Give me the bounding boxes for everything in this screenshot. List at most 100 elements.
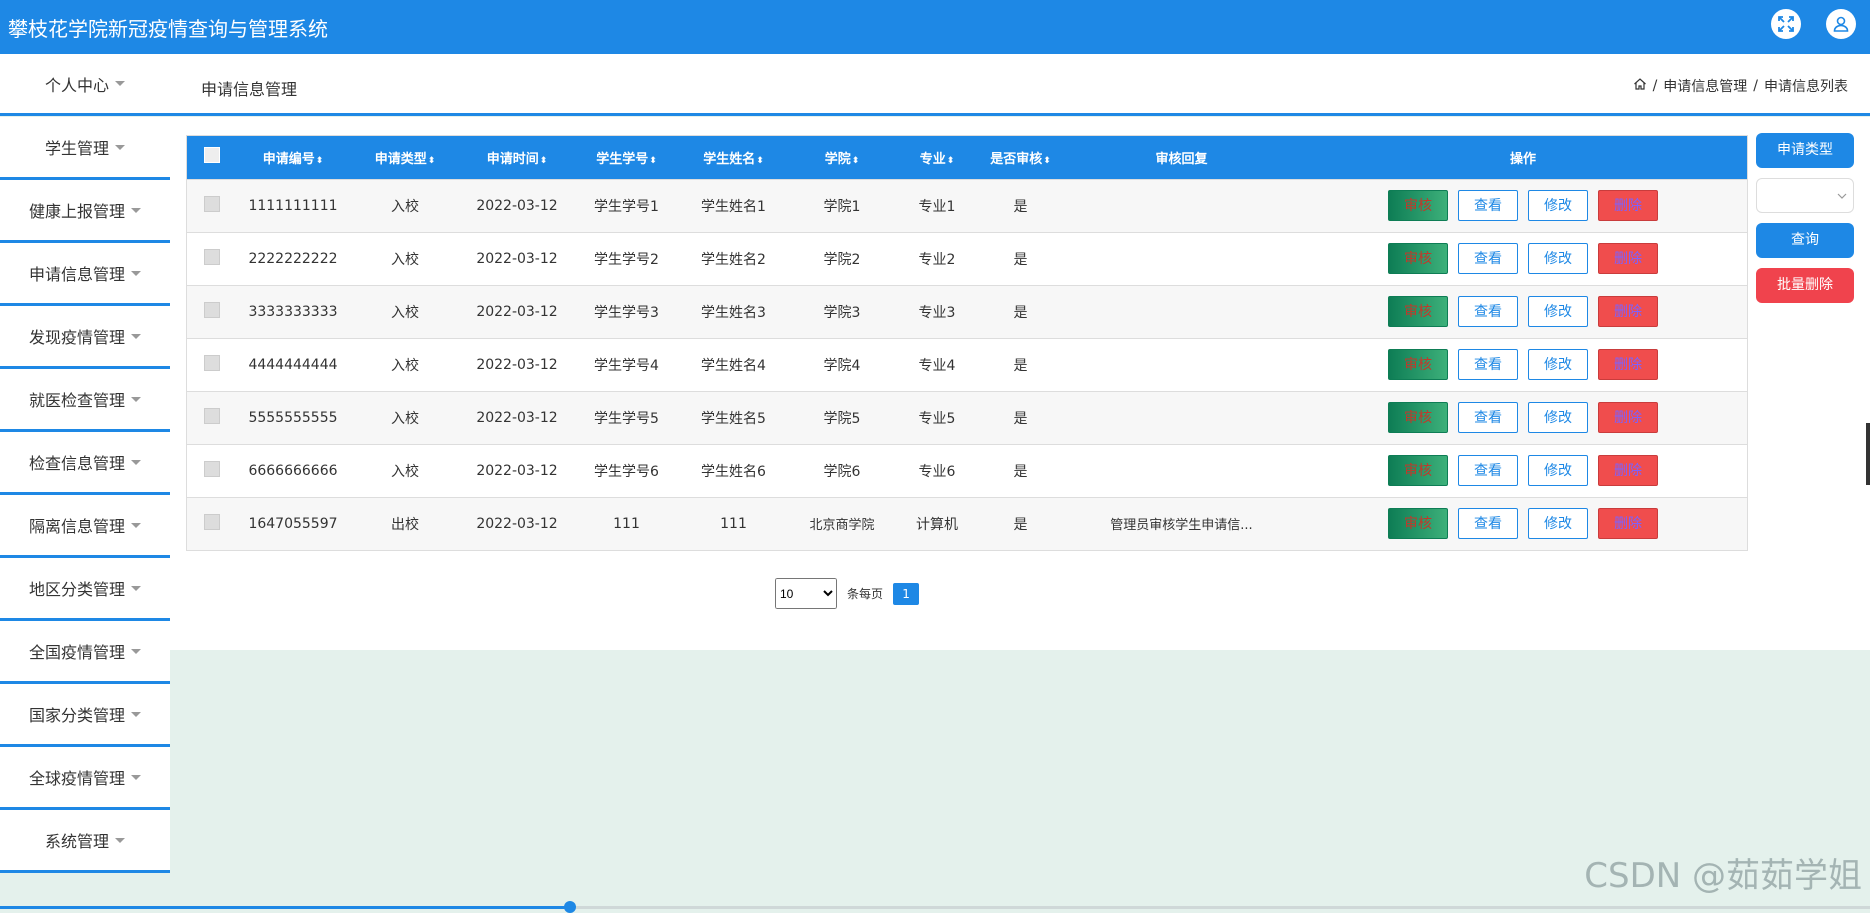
delete-button[interactable]: 删除: [1598, 296, 1658, 327]
table-cell-college: 学院4: [823, 357, 861, 374]
sidebar-item-quarantine[interactable]: 隔离信息管理: [0, 495, 170, 558]
chevron-down-icon: [131, 585, 141, 591]
column-header[interactable]: 申请类型⬍: [349, 136, 461, 179]
page-size-select[interactable]: 10: [775, 578, 837, 609]
fullscreen-icon[interactable]: [1771, 9, 1801, 39]
sidebar-item-label: 隔离信息管理: [28, 517, 125, 536]
chevron-down-icon: [115, 144, 125, 150]
personal-center-menu[interactable]: 个人中心: [0, 54, 170, 113]
view-button[interactable]: 查看: [1458, 296, 1518, 327]
delete-button[interactable]: 删除: [1598, 190, 1658, 221]
user-icon[interactable]: [1826, 9, 1856, 39]
row-checkbox[interactable]: [204, 513, 220, 530]
table-cell-audited: 是: [1013, 463, 1028, 480]
delete-button[interactable]: 删除: [1598, 349, 1658, 380]
table-row: 1111111111 入校 2022-03-12 学生学号1 学生姓名1 学院1 专业1 是 审…: [187, 179, 1747, 232]
edit-button[interactable]: 修改: [1528, 243, 1588, 274]
table-cell-reply: 管理员审核学生申请信...: [1110, 518, 1253, 534]
sidebar-item-label: 全球疫情管理: [28, 769, 125, 788]
application-type-select[interactable]: [1756, 178, 1854, 213]
sidebar-item-country[interactable]: 国家分类管理: [0, 684, 170, 747]
chevron-down-icon: [131, 396, 141, 402]
sidebar-item-medical-check[interactable]: 就医检查管理: [0, 369, 170, 432]
edit-button[interactable]: 修改: [1528, 190, 1588, 221]
table-cell-reply: [1064, 179, 1299, 232]
delete-button[interactable]: 删除: [1598, 508, 1658, 540]
home-icon[interactable]: [1633, 77, 1647, 95]
chevron-down-icon: [131, 270, 141, 276]
sort-icon: ⬍: [649, 155, 657, 166]
chevron-down-icon: [115, 837, 125, 843]
batch-delete-button[interactable]: 批量删除: [1756, 268, 1854, 303]
delete-button[interactable]: 删除: [1598, 243, 1658, 274]
sidebar-item-label: 地区分类管理: [28, 580, 125, 599]
breadcrumb: / 申请信息管理 / 申请信息列表: [1633, 76, 1848, 96]
row-checkbox[interactable]: [204, 354, 220, 371]
select-all-checkbox[interactable]: [204, 147, 220, 164]
table-row: 4444444444 入校 2022-03-12 学生学号4 学生姓名4 学院4 专业4 是 审…: [187, 338, 1747, 391]
chevron-down-icon: [1837, 193, 1847, 199]
sidebar-item-outbreak[interactable]: 发现疫情管理: [0, 306, 170, 369]
view-button[interactable]: 查看: [1458, 455, 1518, 486]
row-checkbox[interactable]: [204, 195, 220, 212]
sort-icon: ⬍: [315, 155, 324, 166]
application-type-button[interactable]: 申请类型: [1756, 133, 1854, 168]
column-header[interactable]: 申请编号⬍: [237, 136, 349, 179]
table-cell-id: 4444444444: [248, 356, 338, 373]
column-header[interactable]: 是否审核⬍: [977, 136, 1064, 179]
page-scrollbar-thumb[interactable]: [1866, 423, 1870, 485]
audit-button[interactable]: 审核: [1388, 190, 1448, 221]
page-number-button[interactable]: 1: [893, 582, 920, 605]
edit-button[interactable]: 修改: [1528, 402, 1588, 433]
audit-button[interactable]: 审核: [1388, 455, 1448, 486]
table-cell-id: 3333333333: [248, 303, 338, 320]
audit-button[interactable]: 审核: [1388, 296, 1448, 327]
table-cell-time: 2022-03-12: [476, 462, 558, 479]
delete-button[interactable]: 删除: [1598, 402, 1658, 433]
column-header[interactable]: 学生姓名⬍: [680, 136, 787, 179]
view-button[interactable]: 查看: [1458, 508, 1518, 540]
column-header[interactable]: 学院⬍: [787, 136, 897, 179]
view-button[interactable]: 查看: [1458, 190, 1518, 221]
view-button[interactable]: 查看: [1458, 349, 1518, 380]
table-cell-major: 专业1: [918, 198, 956, 215]
edit-button[interactable]: 修改: [1528, 455, 1588, 486]
progress-knob[interactable]: [564, 901, 577, 913]
view-button[interactable]: 查看: [1458, 243, 1518, 274]
row-checkbox[interactable]: [204, 460, 220, 477]
sidebar-item-system[interactable]: 系统管理: [0, 810, 170, 873]
column-header[interactable]: 申请时间⬍: [461, 136, 573, 179]
sidebar-item-national[interactable]: 全国疫情管理: [0, 621, 170, 684]
table-cell-college: 学院1: [823, 198, 861, 215]
table-cell-id: 1647055597: [248, 515, 338, 532]
query-button[interactable]: 查询: [1756, 223, 1854, 258]
breadcrumb-item[interactable]: 申请信息管理: [1663, 76, 1747, 96]
edit-button[interactable]: 修改: [1528, 508, 1588, 540]
table-row: 2222222222 入校 2022-03-12 学生学号2 学生姓名2 学院2 专业2 是 审…: [187, 232, 1747, 285]
table-cell-type: 入校: [391, 357, 419, 374]
sidebar-item-student[interactable]: 学生管理: [0, 117, 170, 180]
audit-button[interactable]: 审核: [1388, 243, 1448, 274]
audit-button[interactable]: 审核: [1388, 349, 1448, 380]
column-header[interactable]: 专业⬍: [897, 136, 977, 179]
delete-button[interactable]: 删除: [1598, 455, 1658, 486]
column-header[interactable]: 学生学号⬍: [573, 136, 680, 179]
audit-button[interactable]: 审核: [1388, 402, 1448, 433]
sidebar-item-global[interactable]: 全球疫情管理: [0, 747, 170, 810]
table-cell-sname: 学生姓名5: [701, 410, 766, 427]
row-checkbox[interactable]: [204, 301, 220, 318]
sidebar-item-check-info[interactable]: 检查信息管理: [0, 432, 170, 495]
row-actions: 审核 查看 修改 删除: [1299, 338, 1747, 391]
chevron-down-icon: [115, 81, 125, 86]
edit-button[interactable]: 修改: [1528, 296, 1588, 327]
sidebar-item-region[interactable]: 地区分类管理: [0, 558, 170, 621]
edit-button[interactable]: 修改: [1528, 349, 1588, 380]
sidebar-item-health-report[interactable]: 健康上报管理: [0, 180, 170, 243]
row-checkbox[interactable]: [204, 407, 220, 424]
view-button[interactable]: 查看: [1458, 402, 1518, 433]
sidebar-item-application[interactable]: 申请信息管理: [0, 243, 170, 306]
audit-button[interactable]: 审核: [1388, 508, 1448, 540]
row-checkbox[interactable]: [204, 248, 220, 265]
application-table: 申请编号⬍ 申请类型⬍ 申请时间⬍ 学生学号⬍ 学生姓名⬍ 学院⬍ 专业⬍ 是否…: [186, 135, 1748, 551]
table-cell-reply: [1064, 232, 1299, 285]
